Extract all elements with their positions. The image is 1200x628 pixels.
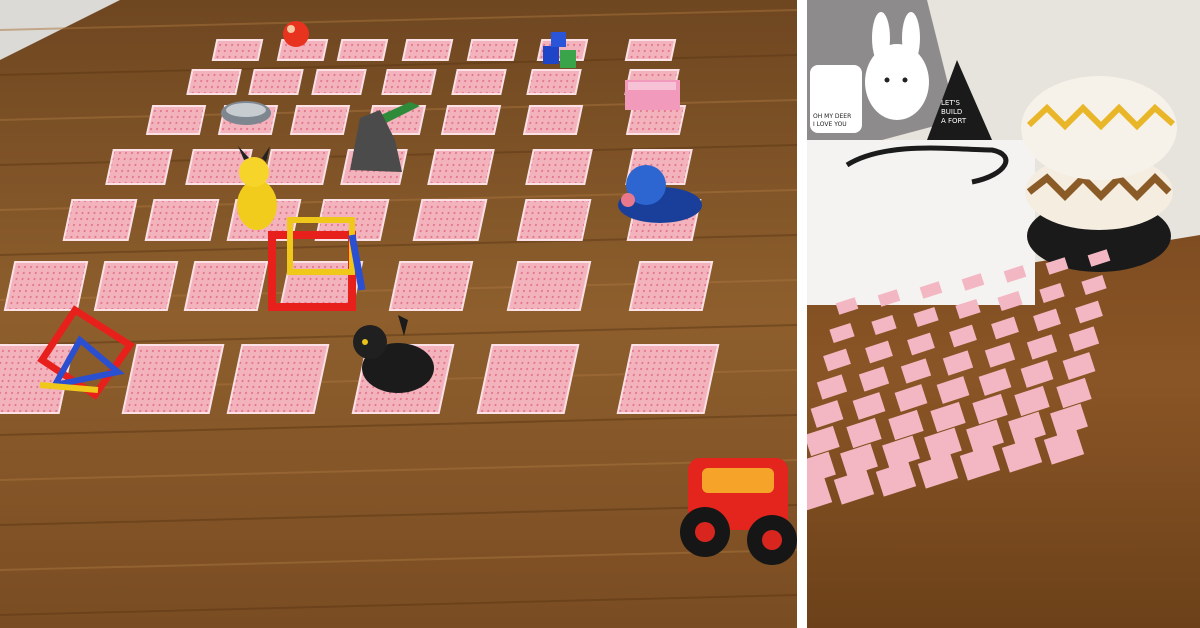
playing-card (525, 149, 593, 185)
bean-bag-stack (1021, 76, 1177, 272)
playing-card (62, 199, 138, 241)
white-play-mat-base (807, 140, 1035, 305)
playing-card (476, 344, 580, 414)
playing-card (526, 69, 582, 95)
playing-card (381, 69, 437, 95)
metal-basket-toy (221, 101, 271, 125)
pink-brick-toy (625, 80, 680, 110)
playing-card (516, 199, 592, 241)
playing-card (121, 344, 225, 414)
playing-card (388, 261, 474, 311)
playing-card (412, 199, 488, 241)
playing-card (105, 149, 173, 185)
playing-card (186, 69, 242, 95)
right-photo-room-card-grid: OH MY DEER I LOVE YOU LET'S BUILD A FORT (807, 0, 1200, 628)
playing-card (183, 261, 269, 311)
playing-card (263, 149, 331, 185)
playing-card (289, 105, 351, 135)
playing-card (628, 261, 714, 311)
playing-card (522, 105, 584, 135)
red-ball-toy (283, 21, 309, 47)
playing-card (466, 39, 519, 61)
playing-card (145, 105, 207, 135)
playing-card (616, 344, 720, 414)
left-photo-floor-card-grid (0, 0, 797, 628)
playing-card (144, 199, 220, 241)
playing-card (624, 39, 677, 61)
playing-card (93, 261, 179, 311)
playing-card (451, 69, 507, 95)
playing-card (427, 149, 495, 185)
deer-pillow: OH MY DEER I LOVE YOU (810, 65, 862, 133)
right-photo-scene: OH MY DEER I LOVE YOU LET'S BUILD A FORT (807, 0, 1200, 628)
playing-card (211, 39, 264, 61)
playing-card (506, 261, 592, 311)
svg-text:OH MY DEERI LOVE YOU: OH MY DEER I LOVE YOU (813, 113, 851, 128)
photo-divider (797, 0, 807, 628)
playing-card (440, 105, 502, 135)
left-photo-scene (0, 0, 797, 628)
playing-card (311, 69, 367, 95)
playing-card (401, 39, 454, 61)
playing-card (248, 69, 304, 95)
playing-card (625, 105, 687, 135)
playing-card (3, 261, 89, 311)
playing-card (226, 344, 330, 414)
playing-card (336, 39, 389, 61)
